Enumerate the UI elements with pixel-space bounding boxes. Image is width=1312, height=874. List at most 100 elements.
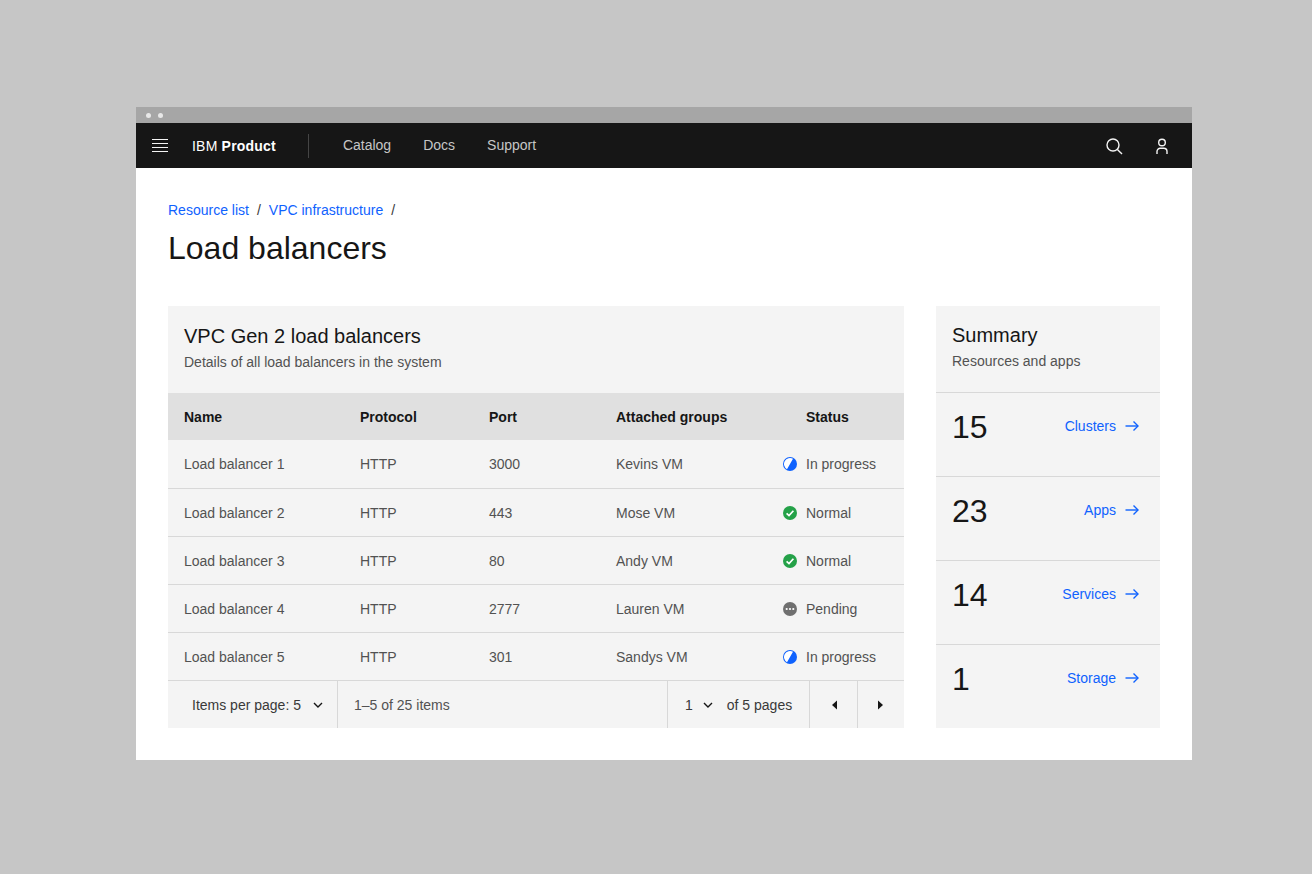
- summary-count: 15: [952, 408, 988, 446]
- desktop-background: IBM Product Catalog Docs Support Resourc…: [0, 0, 1312, 874]
- status-label: In progress: [806, 456, 876, 472]
- chevron-down-icon: [313, 702, 323, 708]
- cell-protocol: HTTP: [344, 601, 473, 617]
- status-label: Pending: [806, 601, 857, 617]
- brand[interactable]: IBM Product: [192, 138, 276, 154]
- nav-item-support[interactable]: Support: [471, 123, 552, 168]
- breadcrumb: Resource list / VPC infrastructure /: [168, 202, 403, 218]
- cell-protocol: HTTP: [344, 505, 473, 521]
- column-header-protocol[interactable]: Protocol: [344, 409, 473, 425]
- pagination-range-text: 1–5 of 25 items: [338, 681, 667, 728]
- window-control-dot[interactable]: [158, 113, 163, 118]
- column-header-attached-groups[interactable]: Attached groups: [600, 409, 766, 425]
- arrow-right-icon: [1124, 670, 1140, 686]
- summary-header: Summary Resources and apps: [936, 306, 1160, 392]
- cell-attached-groups: Andy VM: [600, 553, 766, 569]
- arrow-right-icon: [1124, 586, 1140, 602]
- previous-page-button[interactable]: [809, 681, 857, 728]
- status-label: In progress: [806, 649, 876, 665]
- status-label: Normal: [806, 505, 851, 521]
- page-content: Resource list / VPC infrastructure / Loa…: [136, 168, 1192, 760]
- page-number-select[interactable]: 1 of 5 pages: [667, 681, 809, 728]
- summary-link[interactable]: Clusters: [1065, 418, 1140, 434]
- cell-attached-groups: Sandys VM: [600, 649, 766, 665]
- cell-name: Load balancer 1: [168, 456, 344, 472]
- summary-row: 23 Apps: [936, 476, 1160, 560]
- cell-attached-groups: Lauren VM: [600, 601, 766, 617]
- cell-status: In progress: [766, 649, 904, 665]
- cell-protocol: HTTP: [344, 456, 473, 472]
- table-header-row: Name Protocol Port Attached groups Statu…: [168, 393, 904, 440]
- user-avatar-icon[interactable]: [1152, 136, 1172, 156]
- pages-total-text: of 5 pages: [727, 697, 792, 713]
- table-card-subtitle: Details of all load balancers in the sys…: [184, 353, 888, 371]
- cell-status: In progress: [766, 456, 904, 472]
- items-per-page-label: Items per page: 5: [192, 697, 301, 713]
- summary-link[interactable]: Storage: [1067, 670, 1140, 686]
- status-icon: [782, 649, 798, 665]
- table-row[interactable]: Load balancer 2 HTTP 443 Mose VM Normal: [168, 488, 904, 536]
- window-control-dot[interactable]: [146, 113, 151, 118]
- cell-status: Normal: [766, 505, 904, 521]
- status-label: Normal: [806, 553, 851, 569]
- brand-prefix: IBM: [192, 138, 218, 154]
- summary-link-label: Clusters: [1065, 418, 1116, 434]
- caret-right-icon: [877, 699, 885, 711]
- next-page-button[interactable]: [857, 681, 904, 728]
- summary-card: Summary Resources and apps 15 Clusters 2…: [936, 306, 1160, 728]
- status-icon: [782, 456, 798, 472]
- chevron-down-icon: [703, 702, 713, 708]
- table-row[interactable]: Load balancer 3 HTTP 80 Andy VM Normal: [168, 536, 904, 584]
- app-header: IBM Product Catalog Docs Support: [136, 123, 1192, 168]
- breadcrumb-separator: /: [391, 202, 395, 218]
- arrow-right-icon: [1124, 502, 1140, 518]
- column-header-name[interactable]: Name: [168, 409, 344, 425]
- breadcrumb-vpc-infrastructure[interactable]: VPC infrastructure: [269, 202, 383, 218]
- window-titlebar: [136, 107, 1192, 123]
- table-body: Load balancer 1 HTTP 3000 Kevins VM In p…: [168, 440, 904, 680]
- table-row[interactable]: Load balancer 4 HTTP 2777 Lauren VM Pend…: [168, 584, 904, 632]
- cell-name: Load balancer 4: [168, 601, 344, 617]
- summary-count: 1: [952, 660, 970, 698]
- header-nav: Catalog Docs Support: [327, 123, 552, 168]
- cell-attached-groups: Mose VM: [600, 505, 766, 521]
- cell-port: 80: [473, 553, 600, 569]
- column-header-status[interactable]: Status: [766, 409, 904, 425]
- cell-protocol: HTTP: [344, 649, 473, 665]
- breadcrumb-separator: /: [257, 202, 261, 218]
- nav-item-docs[interactable]: Docs: [407, 123, 471, 168]
- cell-port: 443: [473, 505, 600, 521]
- summary-rows: 15 Clusters 23 Apps 14 Services 1 Storag…: [936, 392, 1160, 728]
- breadcrumb-resource-list[interactable]: Resource list: [168, 202, 249, 218]
- cell-port: 3000: [473, 456, 600, 472]
- menu-icon[interactable]: [152, 139, 168, 153]
- page-title: Load balancers: [168, 228, 387, 268]
- cell-attached-groups: Kevins VM: [600, 456, 766, 472]
- summary-row: 1 Storage: [936, 644, 1160, 728]
- nav-item-catalog[interactable]: Catalog: [327, 123, 407, 168]
- items-per-page-select[interactable]: Items per page: 5: [168, 681, 338, 728]
- cell-name: Load balancer 5: [168, 649, 344, 665]
- status-icon: [782, 601, 798, 617]
- summary-link-label: Apps: [1084, 502, 1116, 518]
- pagination-bar: Items per page: 5 1–5 of 25 items 1 of 5…: [168, 680, 904, 728]
- summary-link[interactable]: Apps: [1084, 502, 1140, 518]
- cell-protocol: HTTP: [344, 553, 473, 569]
- cell-name: Load balancer 2: [168, 505, 344, 521]
- summary-title: Summary: [952, 322, 1144, 348]
- summary-subtitle: Resources and apps: [952, 352, 1144, 370]
- load-balancers-table-card: VPC Gen 2 load balancers Details of all …: [168, 306, 904, 728]
- summary-count: 23: [952, 492, 988, 530]
- header-actions: [1104, 136, 1176, 156]
- table-row[interactable]: Load balancer 1 HTTP 3000 Kevins VM In p…: [168, 440, 904, 488]
- summary-count: 14: [952, 576, 988, 614]
- summary-link[interactable]: Services: [1062, 586, 1140, 602]
- cell-status: Pending: [766, 601, 904, 617]
- table-row[interactable]: Load balancer 5 HTTP 301 Sandys VM In pr…: [168, 632, 904, 680]
- column-header-port[interactable]: Port: [473, 409, 600, 425]
- search-icon[interactable]: [1104, 136, 1124, 156]
- cell-status: Normal: [766, 553, 904, 569]
- header-divider: [308, 134, 309, 158]
- summary-link-label: Services: [1062, 586, 1116, 602]
- cell-port: 2777: [473, 601, 600, 617]
